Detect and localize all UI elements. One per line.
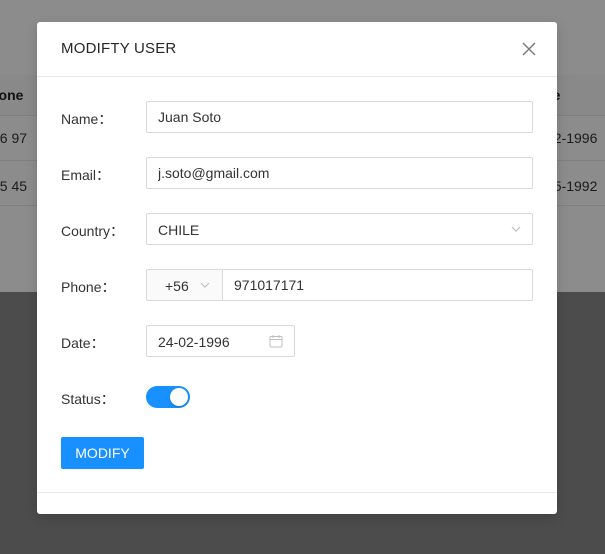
country-label: Country： bbox=[61, 223, 125, 239]
status-form-row: Status： bbox=[61, 381, 533, 413]
phone-label: Phone： bbox=[61, 279, 116, 295]
country-select[interactable]: CHILE bbox=[146, 213, 533, 245]
modify-button[interactable]: MODIFY bbox=[61, 437, 144, 469]
date-picker[interactable]: 24-02-1996 bbox=[146, 325, 295, 357]
phone-form-row: Phone： +56 bbox=[61, 269, 533, 301]
phone-prefix-value: +56 bbox=[165, 278, 189, 294]
name-label: Name： bbox=[61, 111, 113, 127]
email-form-row: Email： bbox=[61, 157, 533, 189]
country-select-value: CHILE bbox=[158, 222, 200, 238]
name-input[interactable] bbox=[146, 101, 533, 133]
phone-input[interactable] bbox=[222, 269, 533, 301]
chevron-down-icon bbox=[200, 280, 210, 290]
close-icon[interactable] bbox=[521, 41, 537, 57]
country-form-row: Country： CHILE bbox=[61, 213, 533, 245]
modal-header: MODIFTY USER bbox=[37, 22, 557, 77]
date-form-row: Date： 24-02-1996 bbox=[61, 325, 533, 357]
email-input[interactable] bbox=[146, 157, 533, 189]
name-form-row: Name： bbox=[61, 101, 533, 133]
status-toggle[interactable] bbox=[146, 386, 190, 408]
toggle-knob bbox=[170, 388, 188, 406]
email-label: Email： bbox=[61, 167, 111, 183]
phone-prefix-select[interactable]: +56 bbox=[146, 269, 223, 301]
calendar-icon bbox=[269, 334, 283, 348]
date-label: Date： bbox=[61, 335, 105, 351]
chevron-down-icon bbox=[511, 224, 521, 234]
date-value: 24-02-1996 bbox=[158, 334, 230, 350]
modal-title: MODIFTY USER bbox=[61, 40, 177, 57]
modify-user-modal: MODIFTY USER Name： Email： Country： CHILE… bbox=[37, 22, 557, 514]
status-label: Status： bbox=[61, 391, 115, 407]
modal-footer-divider bbox=[37, 492, 557, 493]
